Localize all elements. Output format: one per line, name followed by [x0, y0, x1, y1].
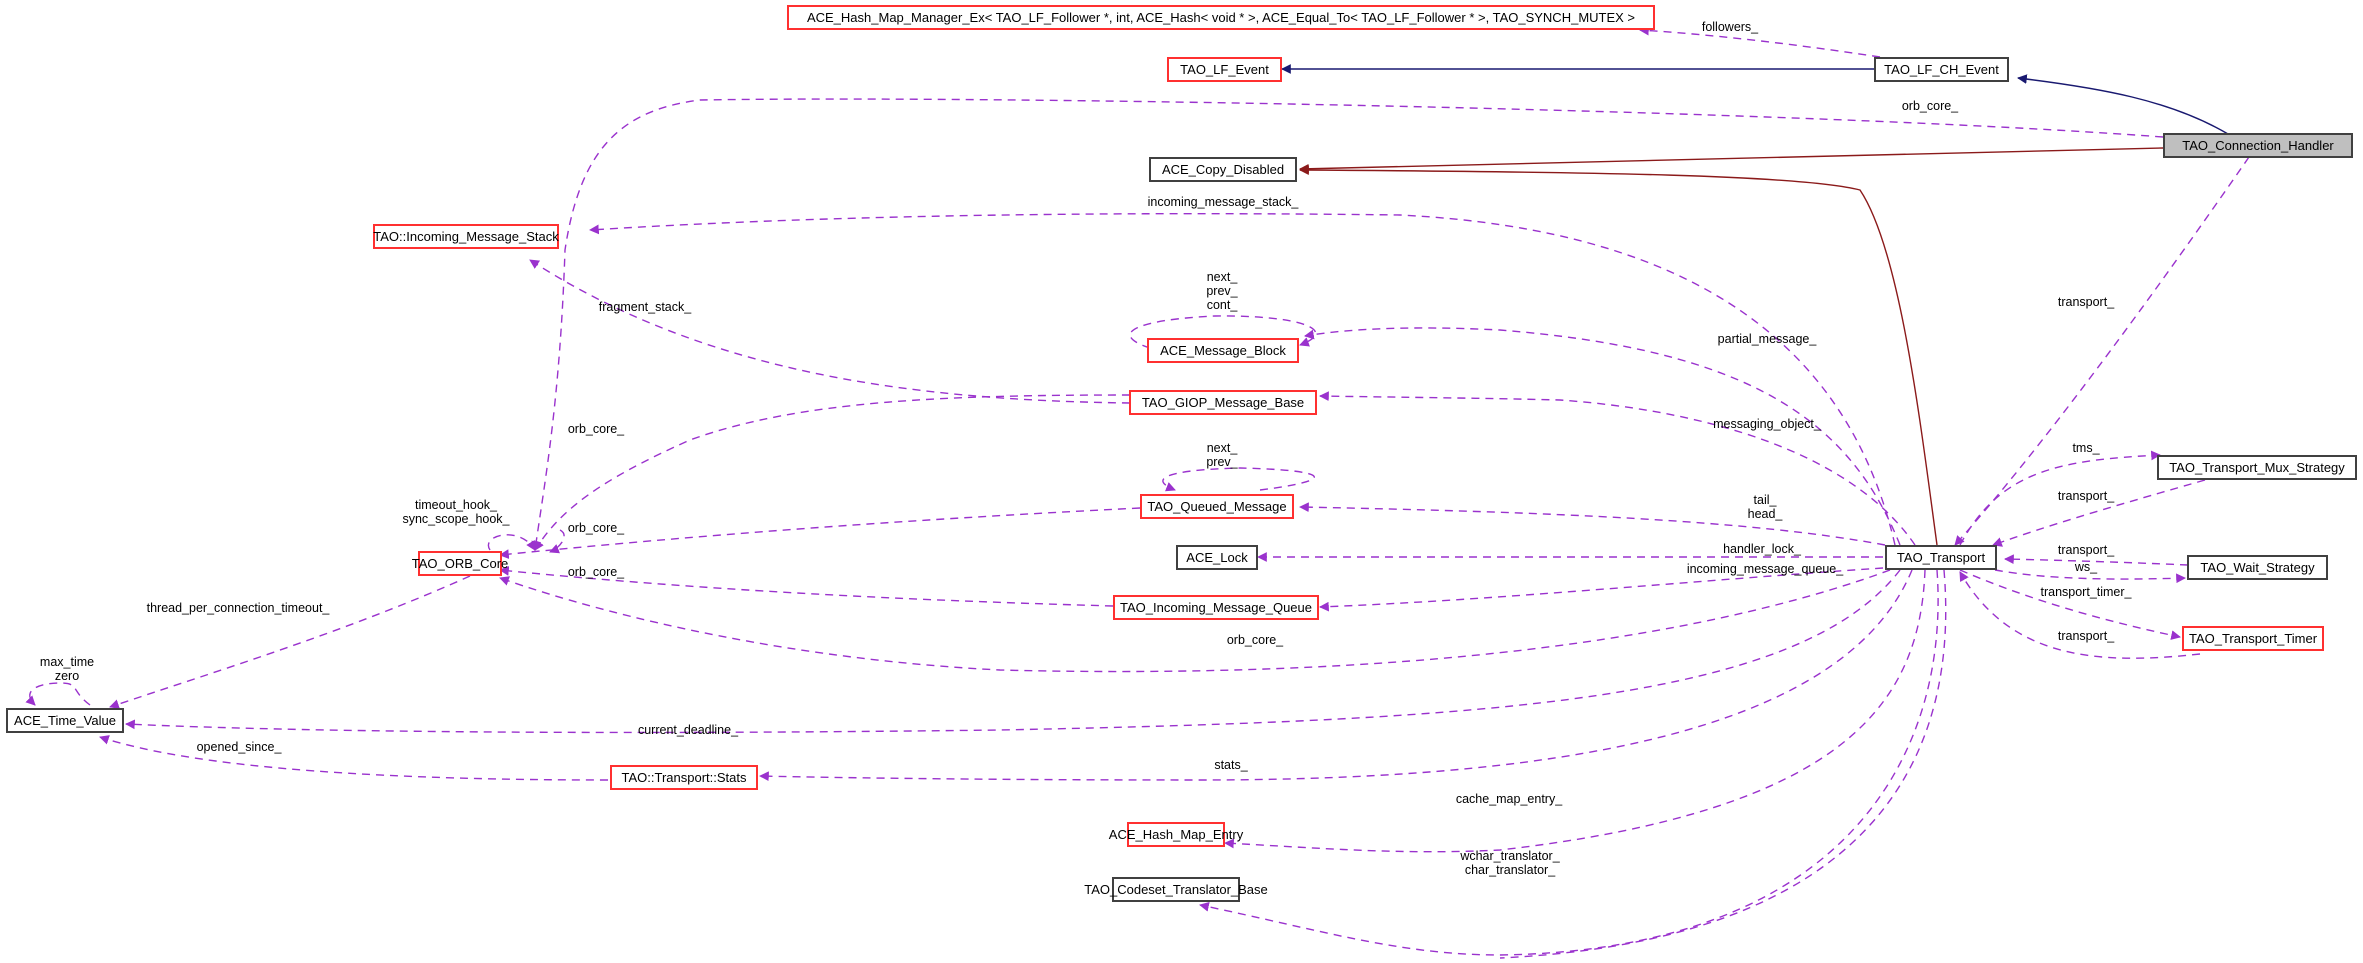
label-followers: followers_ [1701, 20, 1759, 34]
edge-transport-to-copydisabled [1299, 165, 1938, 546]
label-time-value-self: max_time zero [39, 655, 95, 683]
node-codeset-translator-base[interactable]: TAO_Codeset_Translator_Base [1084, 877, 1268, 902]
node-transport[interactable]: TAO_Transport [1885, 545, 1997, 570]
node-transport-mux-strategy[interactable]: TAO_Transport_Mux_Strategy [2157, 455, 2357, 480]
label-opened-since: opened_since_ [196, 740, 282, 754]
node-hash-map-entry[interactable]: ACE_Hash_Map_Entry [1109, 822, 1243, 847]
edge-handler-to-copydisabled [1299, 147, 2164, 174]
label-incoming-message-queue: incoming_message_queue_ [1686, 562, 1844, 576]
label-fragment-stack: fragment_stack_ [598, 300, 692, 314]
edge-translators-2 [1499, 569, 1947, 959]
node-lf-event[interactable]: TAO_LF_Event [1167, 57, 1282, 82]
label-ws: ws_ [2074, 560, 2098, 574]
edge-handler-to-lfchevent [2017, 74, 2229, 135]
node-transport-timer[interactable]: TAO_Transport_Timer [2182, 626, 2324, 651]
edge-orb-core-top [531, 98, 2164, 551]
label-transport-from-timer: transport_ [2057, 629, 2115, 643]
node-queued-message[interactable]: TAO_Queued_Message [1140, 494, 1294, 519]
edge-stats [759, 569, 1913, 782]
node-incoming-message-stack[interactable]: TAO::Incoming_Message_Stack [373, 224, 559, 249]
node-message-block[interactable]: ACE_Message_Block [1147, 338, 1299, 363]
edge-time-value-self [25, 682, 91, 706]
label-incoming-message-stack: incoming_message_stack_ [1147, 195, 1299, 209]
node-giop-message-base[interactable]: TAO_GIOP_Message_Base [1129, 390, 1317, 415]
edge-orb-core-self-a [487, 534, 536, 551]
node-copy-disabled[interactable]: ACE_Copy_Disabled [1149, 157, 1297, 182]
edge-queued-self [1162, 467, 1315, 492]
label-message-block-self: next_ prev_ cont_ [1206, 270, 1238, 312]
label-orb-core-transport: orb_core_ [1226, 633, 1284, 647]
label-orb-core-giop: orb_core_ [567, 422, 625, 436]
node-lf-ch-event[interactable]: TAO_LF_CH_Event [1874, 57, 2009, 82]
node-hash-map-manager[interactable]: ACE_Hash_Map_Manager_Ex< TAO_LF_Follower… [787, 5, 1655, 30]
edge-current-deadline [125, 569, 1901, 734]
label-translators: wchar_translator_ char_translator_ [1460, 849, 1560, 877]
edge-transport-from-handler [1954, 156, 2250, 546]
label-transport-from-handler: transport_ [2057, 295, 2115, 309]
label-orb-core-queue: orb_core_ [567, 565, 625, 579]
label-tail-head: tail_ head_ [1747, 493, 1783, 521]
edge-orb-core-giop [534, 394, 1131, 551]
label-current-deadline: current_deadline_ [637, 723, 739, 737]
collaboration-graph [25, 25, 2250, 959]
label-queued-self: next_ prev_ [1206, 441, 1238, 469]
edge-tail-head [1299, 502, 1886, 546]
label-transport-from-ws: transport_ [2057, 543, 2115, 557]
label-orb-core-top: orb_core_ [1901, 99, 1959, 113]
label-handler-lock: handler_lock_ [1723, 542, 1801, 556]
edge-translators [1199, 569, 1939, 956]
label-thread-per-connection-timeout: thread_per_connection_timeout_ [146, 601, 330, 615]
edge-messaging-object [1319, 391, 1916, 546]
edge-orb-core-transport [499, 569, 1891, 673]
edge-followers [1639, 25, 1881, 58]
label-transport-from-tms: transport_ [2057, 489, 2115, 503]
edge-partial-message [1304, 327, 1901, 546]
label-orb-core-self: timeout_hook_ sync_scope_hook_ [402, 498, 510, 526]
label-cache-map-entry: cache_map_entry_ [1455, 792, 1563, 806]
label-orb-core-queued: orb_core_ [567, 521, 625, 535]
node-orb-core[interactable]: TAO_ORB_Core [412, 551, 508, 576]
label-stats: stats_ [1214, 758, 1248, 772]
node-time-value[interactable]: ACE_Time_Value [6, 708, 124, 733]
node-incoming-message-queue[interactable]: TAO_Incoming_Message_Queue [1113, 595, 1319, 620]
node-wait-strategy[interactable]: TAO_Wait_Strategy [2187, 555, 2328, 580]
edge-thread-per-connection-timeout [109, 575, 471, 709]
label-messaging-object: messaging_object_ [1713, 417, 1821, 431]
node-connection-handler[interactable]: TAO_Connection_Handler [2163, 133, 2353, 158]
edge-transport-timer [1959, 569, 2181, 640]
node-transport-stats[interactable]: TAO::Transport::Stats [610, 765, 758, 790]
label-tms: tms_ [2072, 441, 2100, 455]
node-ace-lock[interactable]: ACE_Lock [1176, 545, 1258, 570]
label-transport-timer: transport_timer_ [2040, 585, 2132, 599]
edge-opened-since [99, 735, 609, 781]
edge-fragment-stack [529, 259, 1131, 404]
label-partial-message: partial_message_ [1717, 332, 1817, 346]
edge-cache-map-entry [1224, 569, 1926, 853]
